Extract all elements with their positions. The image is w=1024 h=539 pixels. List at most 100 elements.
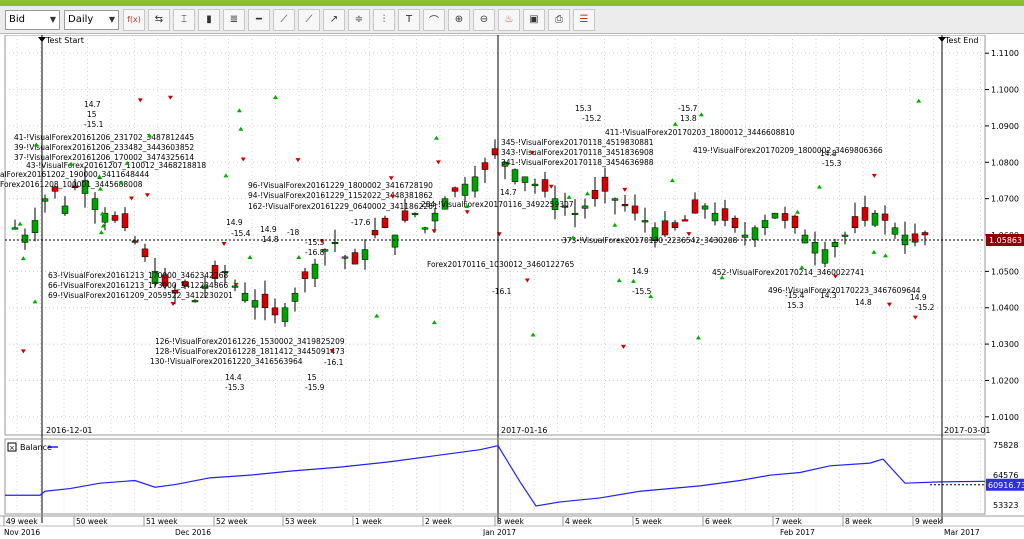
vertical-line-button[interactable]: ⫶	[373, 8, 395, 31]
channel-button[interactable]: ≑	[348, 8, 370, 31]
chart-objects-button[interactable]: ⇆	[148, 8, 170, 31]
candle-body	[421, 227, 429, 230]
candle-body	[251, 300, 259, 308]
trade-value: 15.3	[575, 104, 592, 113]
chart-list-button[interactable]: ☰	[573, 8, 595, 31]
trade-label: 452-!VisualForex20170214_3460022741	[712, 268, 865, 277]
trade-label: 39-!VisualForex20161206_233482_344360385…	[14, 143, 194, 152]
month-label: Feb 2017	[780, 528, 815, 536]
save-button[interactable]: ▣	[523, 8, 545, 31]
month-label: Nov 2016	[4, 528, 40, 536]
trade-label: alForex20161202_190000_3411648444	[0, 170, 149, 179]
trade-label: Forex20170116_1030012_3460122765	[427, 260, 574, 269]
trade-label: 69-!VisualForex20161209_2059522_34122302…	[48, 291, 233, 300]
horizontal-line-icon: ━	[255, 14, 263, 25]
trade-value: 14.8	[820, 149, 837, 158]
trade-label: 41-!VisualForex20161206_231702_348781244…	[14, 133, 194, 142]
candle-body	[41, 198, 49, 202]
text-tool-icon: T	[405, 14, 413, 25]
candle-body	[121, 213, 129, 228]
trade-value: -17.6	[351, 218, 371, 227]
trade-value: -15.5	[632, 287, 652, 296]
price-type-select[interactable]: Bid ▼	[5, 9, 60, 30]
zoom-in-icon: ⊕	[454, 14, 464, 25]
week-label: 3 week	[497, 517, 525, 526]
chart-settings-button[interactable]: ⌶	[173, 8, 195, 31]
candle-body	[401, 210, 409, 221]
candle-body	[361, 249, 369, 260]
candle-body	[591, 190, 599, 199]
candle-body	[601, 176, 609, 192]
week-label: 53 week	[285, 517, 317, 526]
ray-line-button[interactable]: ⟋	[298, 8, 320, 31]
price-tick: 1.1000	[991, 86, 1019, 95]
candle-body	[381, 217, 389, 228]
candle-body	[341, 256, 349, 259]
week-label: 6 week	[705, 517, 733, 526]
test-end-label: Test End	[944, 36, 979, 45]
candle-body	[831, 242, 839, 248]
candle-body	[31, 220, 39, 233]
template-icon: ≣	[229, 14, 239, 25]
chart-list-icon: ☰	[579, 14, 589, 25]
zoom-in-button[interactable]: ⊕	[448, 8, 470, 31]
export-button[interactable]: ⎙	[548, 8, 570, 31]
week-label: 7 week	[775, 517, 803, 526]
trade-value: -15.3	[822, 159, 842, 168]
trade-value: 14.8	[855, 298, 872, 307]
trade-label: 94-!VisualForex20161229_1152022_34483818…	[248, 191, 433, 200]
candle-body	[451, 187, 459, 192]
trade-value: -15.7	[678, 104, 698, 113]
candle-body	[681, 219, 689, 222]
chart-area[interactable]: 41-!VisualForex20161206_231702_348781244…	[0, 34, 1024, 537]
candle-body	[711, 212, 719, 222]
candle-body	[881, 213, 889, 221]
trade-value: 14.7	[500, 188, 517, 197]
period-select[interactable]: Daily ▼	[64, 9, 119, 30]
candle-body	[741, 234, 749, 238]
trend-line-button[interactable]: ⟋	[273, 8, 295, 31]
pattern-button[interactable]: ⌒	[423, 8, 445, 31]
trade-value: 14.7	[84, 100, 101, 109]
price-tick: 1.0100	[991, 413, 1019, 422]
trade-label: 343-!VisualForex20170118_3451836908	[501, 148, 654, 157]
alert-button[interactable]: ♨	[498, 8, 520, 31]
candle-body	[761, 220, 769, 228]
candle-body	[91, 198, 99, 210]
period-value: Daily	[68, 14, 94, 25]
text-tool-button[interactable]: T	[398, 8, 420, 31]
candle-body	[911, 233, 919, 243]
candle-body	[521, 176, 529, 183]
candle-body	[781, 213, 789, 221]
candle-body	[771, 212, 779, 219]
price-tick: 1.1100	[991, 49, 1019, 58]
marker-date: 2016-12-01	[46, 426, 93, 435]
price-tick: 1.0800	[991, 158, 1019, 167]
candle-body	[61, 205, 69, 214]
candle-body	[691, 199, 699, 214]
vertical-line-icon: ⫶	[382, 14, 386, 25]
trade-value: -15.4	[231, 229, 251, 238]
week-label: 9 week	[915, 517, 943, 526]
trade-value: 14.9	[632, 267, 649, 276]
trade-label: 96-!VisualForex20161229_1800002_34167281…	[248, 181, 433, 190]
chevron-down-icon: ▼	[108, 15, 115, 24]
alert-icon: ♨	[504, 14, 514, 25]
candle-body	[721, 208, 729, 221]
candle-body	[491, 148, 499, 156]
trade-label: 162-!VisualForex20161229_0640002_3411862…	[248, 202, 438, 211]
candle-body	[841, 234, 849, 237]
template-button[interactable]: ≣	[223, 8, 245, 31]
week-label: 51 week	[146, 517, 178, 526]
arrow-line-button[interactable]: ↗	[323, 8, 345, 31]
candle-body	[571, 212, 579, 215]
horizontal-line-button[interactable]: ━	[248, 8, 270, 31]
trade-value: -15.2	[915, 303, 935, 312]
chart-type-button[interactable]: ▮	[198, 8, 220, 31]
candle-body	[731, 217, 739, 228]
candle-body	[511, 169, 519, 182]
week-label: 52 week	[216, 517, 248, 526]
indicator-fx-button[interactable]: f(x)	[123, 8, 145, 31]
zoom-out-button[interactable]: ⊖	[473, 8, 495, 31]
trade-label: 284-!VisualForex20170116_3492259307	[421, 200, 574, 209]
